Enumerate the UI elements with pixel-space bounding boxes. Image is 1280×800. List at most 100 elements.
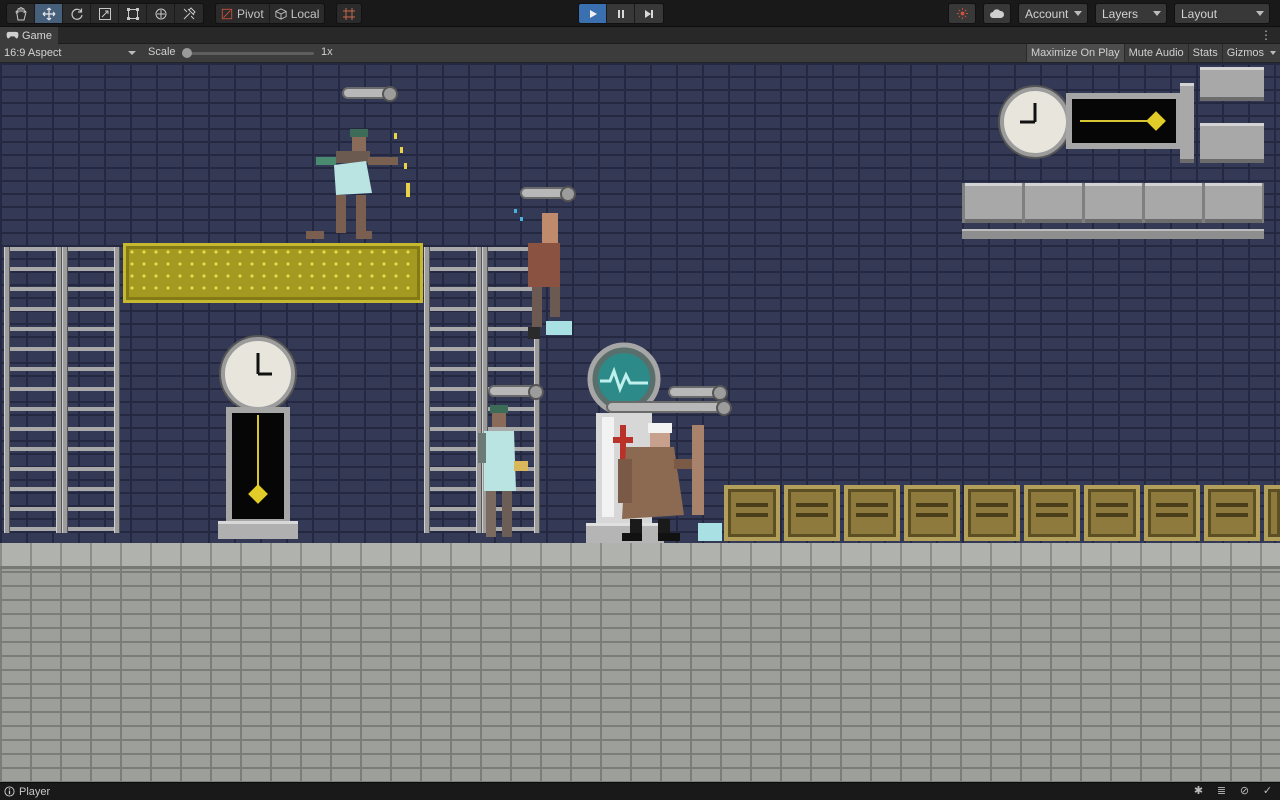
pipe	[1180, 83, 1194, 163]
pause-button[interactable]	[607, 4, 635, 23]
crate	[1264, 485, 1280, 541]
gizmos-toggle[interactable]: Gizmos	[1221, 44, 1280, 62]
clock-hands-icon	[256, 353, 272, 376]
pivot-label: Pivot	[237, 6, 264, 21]
collab-icon	[956, 7, 968, 20]
scale-slider-handle[interactable]	[182, 48, 192, 58]
chevron-down-icon	[1270, 51, 1276, 55]
player-health-bar	[606, 400, 732, 416]
grid-snap-icon	[343, 7, 355, 20]
stone-floor	[0, 543, 1280, 782]
scale-tool-button[interactable]	[91, 4, 119, 23]
pause-icon	[617, 9, 624, 18]
stats-label: Stats	[1192, 47, 1218, 59]
enemy-sprite	[478, 405, 528, 537]
crate	[784, 485, 840, 541]
scale-value: 1x	[321, 46, 333, 58]
check-circle-icon[interactable]: ✓	[1261, 785, 1274, 798]
local-cube-icon	[275, 7, 287, 20]
gizmos-label: Gizmos	[1226, 47, 1264, 59]
custom-tool-button[interactable]	[175, 4, 203, 23]
rect-icon	[126, 7, 139, 20]
scale-slider-track[interactable]	[184, 52, 314, 55]
crate	[964, 485, 1020, 541]
grid-snap-button[interactable]	[337, 4, 361, 23]
local-toggle[interactable]: Local	[270, 4, 325, 23]
layers-dropdown[interactable]: Layers	[1095, 3, 1167, 24]
pipe	[1200, 67, 1264, 101]
ladder	[62, 247, 120, 533]
layout-label: Layout	[1181, 6, 1218, 21]
custom-tool-icon	[183, 6, 196, 19]
crate	[904, 485, 960, 541]
no-capture-icon[interactable]: ⊘	[1238, 785, 1251, 798]
pivot-group: Pivot Local	[215, 3, 326, 24]
bug-icon[interactable]: ✱	[1192, 785, 1205, 798]
status-bar: Player ✱ ≣ ⊘ ✓	[0, 782, 1280, 800]
tab-bar: Game ⋮	[0, 27, 1280, 44]
transform-icon	[155, 8, 166, 19]
rotate-tool-button[interactable]	[63, 4, 91, 23]
rect-tool-button[interactable]	[119, 4, 147, 23]
crate	[1204, 485, 1260, 541]
stats-toggle[interactable]: Stats	[1187, 44, 1222, 62]
local-label: Local	[290, 6, 320, 21]
pipe-rail	[962, 229, 1264, 239]
pipe-joints	[962, 183, 1264, 223]
collab-button[interactable]	[948, 3, 976, 24]
account-label: Account	[1025, 6, 1069, 21]
maximize-on-play-toggle[interactable]: Maximize On Play	[1025, 44, 1124, 62]
tab-game[interactable]: Game	[0, 27, 58, 44]
status-icons: ✱ ≣ ⊘ ✓	[1192, 785, 1274, 798]
pendulum-rod	[1080, 120, 1152, 122]
archer-enemy-sprite	[306, 129, 410, 239]
chevron-down-icon	[128, 51, 136, 55]
move-icon	[42, 7, 55, 20]
play-button[interactable]	[579, 4, 607, 23]
crate	[1144, 485, 1200, 541]
clock-face	[221, 337, 295, 411]
layers-label: Layers	[1102, 6, 1139, 21]
grid-snap-group	[336, 3, 362, 24]
pivot-toggle[interactable]: Pivot	[216, 4, 270, 23]
clock-base	[218, 521, 298, 539]
cloud-icon	[990, 8, 1005, 18]
gamepad-icon	[6, 31, 19, 39]
chevron-down-icon	[1256, 11, 1264, 16]
enemy-health-bar	[342, 86, 398, 102]
crate	[724, 485, 780, 541]
step-icon	[645, 9, 653, 18]
clock-face	[1000, 87, 1070, 157]
player-sprite	[618, 423, 722, 541]
main-toolbar: Pivot Local Account Layers Layout	[0, 0, 1280, 27]
status-message[interactable]: Player	[4, 786, 50, 798]
layout-dropdown[interactable]: Layout	[1174, 3, 1270, 24]
aspect-dropdown[interactable]: 16:9 Aspect	[0, 44, 142, 62]
clock-hands-icon	[1020, 103, 1037, 124]
crate	[844, 485, 900, 541]
mute-audio-toggle[interactable]: Mute Audio	[1123, 44, 1188, 62]
tab-game-label: Game	[22, 29, 52, 42]
crate	[1084, 485, 1140, 541]
cloud-button[interactable]	[983, 3, 1011, 24]
gold-platform	[123, 243, 423, 303]
game-view-toolbar: 16:9 Aspect Scale 1x Maximize On Play Mu…	[0, 44, 1280, 63]
mute-label: Mute Audio	[1128, 47, 1184, 59]
pipe	[1200, 123, 1264, 163]
floor-ledge	[0, 543, 1280, 569]
pivot-icon	[221, 8, 233, 19]
layers-stack-icon[interactable]: ≣	[1215, 785, 1228, 798]
info-icon	[4, 786, 15, 797]
transform-tool-button[interactable]	[147, 4, 175, 23]
account-dropdown[interactable]: Account	[1018, 3, 1088, 24]
tab-menu-icon[interactable]: ⋮	[1260, 28, 1272, 43]
rotate-icon	[71, 8, 83, 20]
hand-tool-button[interactable]	[7, 4, 35, 23]
scale-label: Scale	[148, 46, 176, 58]
game-viewport[interactable]	[0, 63, 1280, 782]
step-button[interactable]	[635, 4, 663, 23]
crate	[1024, 485, 1080, 541]
playmode-group	[578, 3, 664, 24]
game-view-options: Maximize On Play Mute Audio Stats Gizmos	[1025, 44, 1280, 62]
move-tool-button[interactable]	[35, 4, 63, 23]
